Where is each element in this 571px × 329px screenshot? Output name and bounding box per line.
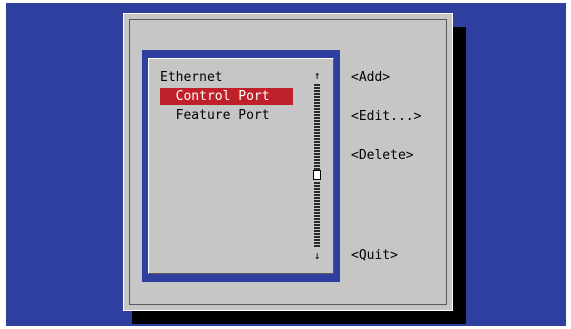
list-item-control-port[interactable]: Control Port	[160, 88, 293, 105]
scrollbar-track-lower[interactable]	[314, 182, 320, 248]
delete-button[interactable]: <Delete>	[351, 147, 414, 164]
scrollbar-track-upper[interactable]	[314, 84, 320, 170]
arrow-down-icon[interactable]: ↓	[312, 250, 322, 262]
arrow-up-icon[interactable]: ↑	[312, 70, 322, 82]
list-scrollbar[interactable]: ↑ ↓	[312, 70, 322, 262]
add-button[interactable]: <Add>	[351, 69, 390, 86]
list-item-ethernet-header: Ethernet	[160, 70, 223, 85]
quit-button[interactable]: <Quit>	[351, 247, 398, 264]
edit-button[interactable]: <Edit...>	[351, 108, 421, 125]
list-item-feature-port[interactable]: Feature Port	[160, 107, 270, 124]
scrollbar-thumb[interactable]	[313, 170, 321, 180]
